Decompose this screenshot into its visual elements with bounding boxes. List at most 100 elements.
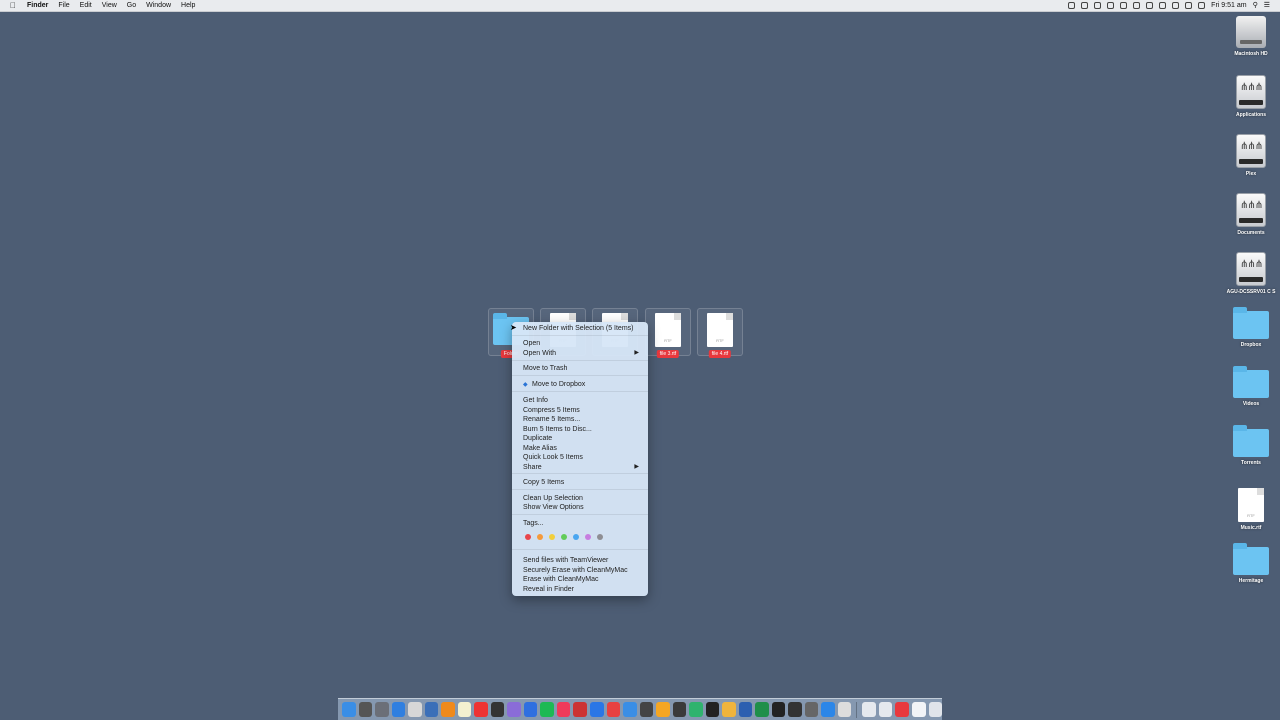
- menu-item-label: Burn 5 Items to Disc...: [523, 426, 592, 433]
- status-sync-icon[interactable]: [1107, 2, 1115, 9]
- dock-app-icon[interactable]: [556, 702, 571, 717]
- menubar-clock[interactable]: Fri 9:51 am: [1211, 0, 1246, 11]
- status-volume-icon[interactable]: [1159, 2, 1167, 9]
- menu-item-move-to-dropbox[interactable]: ◆ Move to Dropbox: [523, 380, 642, 389]
- dock-app-icon[interactable]: [672, 702, 687, 717]
- dock-app-icon[interactable]: [474, 702, 488, 717]
- notification-center-icon[interactable]: ☰: [1264, 0, 1270, 11]
- tag-color-dot[interactable]: [549, 534, 555, 540]
- desktop-icon-hermitage[interactable]: Hermitage: [1223, 543, 1279, 584]
- dock-app-icon[interactable]: [705, 702, 720, 717]
- desktop-icon-music-rtf[interactable]: Music.rtf: [1223, 488, 1279, 531]
- dock-app-icon[interactable]: [342, 702, 356, 717]
- tag-color-dot[interactable]: [537, 534, 543, 540]
- menu-item-tags[interactable]: Tags...: [523, 519, 642, 528]
- status-dropbox-icon[interactable]: [1094, 2, 1102, 9]
- status-display-icon[interactable]: [1120, 2, 1128, 9]
- dock-app-icon[interactable]: [523, 702, 538, 717]
- network-share-icon: [1236, 193, 1266, 227]
- menu-item-burn-5-items-to-disc[interactable]: Burn 5 Items to Disc...: [523, 425, 642, 434]
- status-airplay-icon[interactable]: [1146, 2, 1154, 9]
- menu-item-share[interactable]: Share ▶: [523, 463, 642, 472]
- tag-color-dot[interactable]: [597, 534, 603, 540]
- dock-app-icon[interactable]: [424, 702, 439, 717]
- apple-menu-icon[interactable]: : [10, 0, 16, 11]
- menu-window[interactable]: Window: [146, 0, 171, 11]
- menu-view[interactable]: View: [102, 0, 117, 11]
- menu-app-name[interactable]: Finder: [27, 0, 48, 11]
- menu-item-copy-5-items[interactable]: Copy 5 Items: [523, 478, 642, 487]
- dock-app-icon[interactable]: [606, 702, 621, 717]
- menu-help[interactable]: Help: [181, 0, 195, 11]
- desktop-icon-applications[interactable]: Applications: [1223, 75, 1279, 118]
- menu-item-open[interactable]: Open: [523, 339, 642, 348]
- dock-app-icon[interactable]: [441, 702, 455, 717]
- tag-color-dot[interactable]: [561, 534, 567, 540]
- dock-app-icon[interactable]: [589, 702, 604, 717]
- dock-app-icon[interactable]: [804, 702, 819, 717]
- status-record-icon[interactable]: [1068, 2, 1076, 9]
- menu-item-reveal-in-finder[interactable]: Reveal in Finder: [523, 585, 642, 594]
- dock-stack-icon[interactable]: [878, 702, 893, 717]
- menu-go[interactable]: Go: [127, 0, 136, 11]
- desktop-icon-dropbox[interactable]: Dropbox: [1223, 307, 1279, 348]
- dock-app-icon[interactable]: [788, 702, 802, 717]
- menu-file[interactable]: File: [58, 0, 69, 11]
- menu-item-compress-5-items[interactable]: Compress 5 Items: [523, 406, 642, 415]
- dock-app-icon[interactable]: [837, 702, 852, 717]
- dock-stack-icon[interactable]: [862, 702, 876, 717]
- dock-app-icon[interactable]: [722, 702, 736, 717]
- dock-app-icon[interactable]: [507, 702, 521, 717]
- selected-item[interactable]: file 4.rtf: [697, 308, 743, 358]
- menu-item-quick-look-5-items[interactable]: Quick Look 5 Items: [523, 453, 642, 462]
- selected-item[interactable]: file 3.rtf: [645, 308, 691, 358]
- desktop-icon-documents[interactable]: Documents: [1223, 193, 1279, 236]
- desktop-icon-agu-dcssrv01-c-s[interactable]: AGU-DCSSRV01 C S: [1223, 252, 1279, 295]
- status-wifi-icon[interactable]: [1198, 2, 1206, 9]
- spotlight-search-icon[interactable]: ⚲: [1253, 0, 1258, 11]
- menu-edit[interactable]: Edit: [80, 0, 92, 11]
- menu-item-securely-erase-with-cleanmymac[interactable]: Securely Erase with CleanMyMac: [523, 566, 642, 575]
- menu-item-make-alias[interactable]: Make Alias: [523, 444, 642, 453]
- dock-app-icon[interactable]: [821, 702, 835, 717]
- desktop-icon-torrents[interactable]: Torrents: [1223, 425, 1279, 466]
- dock-app-icon[interactable]: [358, 702, 373, 717]
- dock-stack-icon[interactable]: [895, 702, 909, 717]
- dock-app-icon[interactable]: [375, 702, 389, 717]
- menu-item-rename-5-items[interactable]: Rename 5 Items...: [523, 415, 642, 424]
- dock-app-icon[interactable]: [738, 702, 753, 717]
- status-battery-icon[interactable]: [1133, 2, 1141, 9]
- menu-item-open-with[interactable]: Open With ▶: [523, 349, 642, 358]
- dock-app-icon[interactable]: [755, 702, 769, 717]
- dock-app-icon[interactable]: [639, 702, 654, 717]
- tag-color-dot[interactable]: [525, 534, 531, 540]
- trash-icon[interactable]: [928, 702, 943, 717]
- dock-app-icon[interactable]: [408, 702, 422, 717]
- tag-color-dot[interactable]: [573, 534, 579, 540]
- menu-item-erase-with-cleanmymac[interactable]: Erase with CleanMyMac: [523, 575, 642, 584]
- dock-app-icon[interactable]: [490, 702, 505, 717]
- dock-app-icon[interactable]: [689, 702, 703, 717]
- menu-item-get-info[interactable]: Get Info: [523, 396, 642, 405]
- dock-app-icon[interactable]: [656, 702, 670, 717]
- status-teamviewer-icon[interactable]: [1081, 2, 1089, 9]
- dock-app-icon[interactable]: [573, 702, 587, 717]
- desktop-icon-videos[interactable]: Videos: [1223, 366, 1279, 407]
- menu-item-send-files-with-teamviewer[interactable]: Send files with TeamViewer: [523, 556, 642, 565]
- dock-app-icon[interactable]: [623, 702, 637, 717]
- tag-color-dot[interactable]: [585, 534, 591, 540]
- menu-item-new-folder-with-selection-5-items[interactable]: New Folder with Selection (5 Items): [523, 324, 642, 333]
- desktop-icon-plex[interactable]: Plex: [1223, 134, 1279, 177]
- dock-stack-icon[interactable]: [911, 702, 926, 717]
- status-bluetooth-icon[interactable]: [1172, 2, 1180, 9]
- menu-item-clean-up-selection[interactable]: Clean Up Selection: [523, 494, 642, 503]
- dock-app-icon[interactable]: [540, 702, 554, 717]
- menu-item-show-view-options[interactable]: Show View Options: [523, 503, 642, 512]
- menu-item-duplicate[interactable]: Duplicate: [523, 434, 642, 443]
- desktop-icon-macintosh-hd[interactable]: Macintosh HD: [1223, 16, 1279, 57]
- menu-item-move-to-trash[interactable]: Move to Trash: [523, 364, 642, 373]
- dock-app-icon[interactable]: [391, 702, 406, 717]
- dock-app-icon[interactable]: [457, 702, 472, 717]
- status-timemachine-icon[interactable]: [1185, 2, 1193, 9]
- dock-app-icon[interactable]: [771, 702, 786, 717]
